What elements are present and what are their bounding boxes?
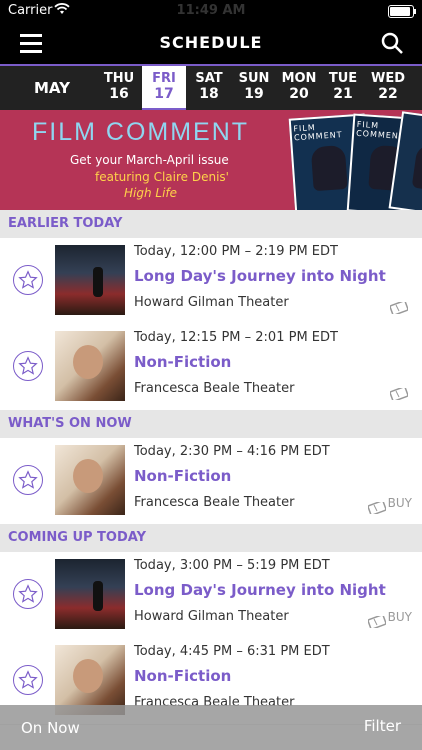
favorite-star-icon[interactable] [13,665,43,695]
section-header: WHAT'S ON NOW [0,410,422,438]
buy-button[interactable]: BUY [388,610,412,624]
battery-icon [388,5,416,18]
bottom-toolbar: On Now Filter [0,705,422,750]
film-thumbnail [55,245,125,315]
day-number: 18 [199,86,219,102]
buy-button[interactable]: BUY [388,496,412,510]
venue-label: Francesca Beale Theater [134,495,295,510]
banner-line-2: featuring Claire Denis' [95,170,229,184]
film-title[interactable]: Non-Fiction [134,667,231,685]
day-number: 22 [378,86,398,102]
day-number: 17 [154,86,174,102]
navigation-bar: SCHEDULE [0,22,422,64]
page-title: SCHEDULE [159,33,263,52]
day-tue[interactable]: TUE 21 [321,66,365,110]
favorite-star-icon[interactable] [13,465,43,495]
day-fri-selected[interactable]: FRI 17 [142,66,186,110]
day-of-week: WED [370,71,405,86]
day-of-week: TUE [328,71,358,86]
screening-row[interactable]: Today, 2:30 PM – 4:16 PM EDT Non-Fiction… [0,438,422,525]
film-thumbnail [55,445,125,515]
ticket-icon[interactable] [367,613,387,630]
day-of-week: FRI [152,71,176,86]
banner-brand: FILM COMMENT [32,118,250,146]
film-title[interactable]: Long Day's Journey into Night [134,581,386,599]
favorite-star-icon[interactable] [13,351,43,381]
ticket-icon[interactable] [367,499,387,516]
screening-row[interactable]: Today, 3:00 PM – 5:19 PM EDT Long Day's … [0,552,422,639]
clock: 11:49 AM [176,3,246,18]
month-label: MAY [34,79,70,97]
day-thu[interactable]: THU 16 [97,66,141,110]
film-title[interactable]: Non-Fiction [134,353,231,371]
ticket-icon[interactable] [389,385,409,402]
screening-time: Today, 3:00 PM – 5:19 PM EDT [134,558,330,573]
day-of-week: THU [103,71,135,86]
search-icon[interactable] [380,31,404,55]
screening-row[interactable]: Today, 12:15 PM – 2:01 PM EDT Non-Fictio… [0,324,422,411]
day-number: 21 [333,86,353,102]
film-thumbnail [55,331,125,401]
venue-label: Howard Gilman Theater [134,609,289,624]
banner-line-3: High Life [124,186,178,200]
section-header: COMING UP TODAY [0,524,422,552]
favorite-star-icon[interactable] [13,579,43,609]
day-number: 16 [109,86,129,102]
screening-time: Today, 12:00 PM – 2:19 PM EDT [134,244,338,259]
section-header: EARLIER TODAY [0,210,422,238]
film-comment-ad-banner[interactable]: FILM COMMENT Get your March-April issue … [0,110,422,210]
film-title[interactable]: Non-Fiction [134,467,231,485]
day-number: 19 [244,86,264,102]
filter-button[interactable]: Filter [364,717,401,735]
favorite-star-icon[interactable] [13,265,43,295]
screening-time: Today, 2:30 PM – 4:16 PM EDT [134,444,330,459]
venue-label: Howard Gilman Theater [134,295,289,310]
day-number: 20 [289,86,309,102]
status-bar: Carrier 11:49 AM [0,0,422,22]
day-sat[interactable]: SAT 18 [187,66,231,110]
venue-label: Francesca Beale Theater [134,381,295,396]
on-now-button[interactable]: On Now [21,719,80,737]
screening-time: Today, 12:15 PM – 2:01 PM EDT [134,330,338,345]
screening-row[interactable]: Today, 12:00 PM – 2:19 PM EDT Long Day's… [0,238,422,325]
ticket-icon[interactable] [389,299,409,316]
banner-line-1: Get your March-April issue [70,153,229,167]
day-of-week: SUN [238,71,270,86]
day-wed[interactable]: WED 22 [366,66,410,110]
day-sun[interactable]: SUN 19 [232,66,276,110]
film-thumbnail [55,559,125,629]
screening-time: Today, 4:45 PM – 6:31 PM EDT [134,644,330,659]
day-mon[interactable]: MON 20 [277,66,321,110]
date-picker: MAY THU 16 FRI 17 SAT 18 SUN 19 MON 20 TUE 21 … [0,66,422,110]
day-of-week: MON [281,71,317,86]
day-of-week: SAT [195,71,223,86]
film-title[interactable]: Long Day's Journey into Night [134,267,386,285]
